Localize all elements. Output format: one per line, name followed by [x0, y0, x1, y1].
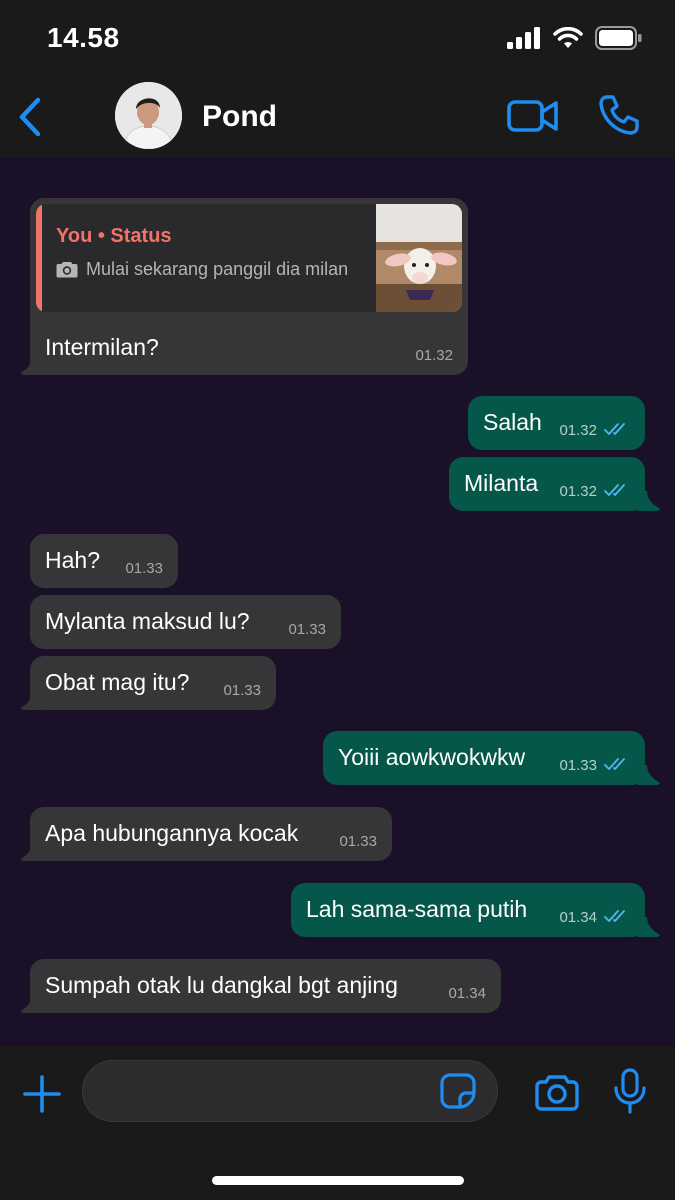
read-ticks-icon — [604, 910, 625, 922]
message-text: Salah — [483, 409, 542, 435]
message-bubble-incoming[interactable]: You • Status Mulai sekarang panggil dia … — [21, 198, 468, 375]
message-bubble-outgoing[interactable]: Lah sama-sama putih 01.34 — [291, 883, 660, 937]
contact-name[interactable]: Pond — [202, 100, 277, 134]
read-ticks-icon — [604, 484, 625, 496]
message-text: Mylanta maksud lu? — [45, 608, 250, 634]
message-time: 01.33 — [339, 833, 377, 850]
message-time: 01.33 — [559, 757, 597, 774]
chat-area: You • Status Mulai sekarang panggil dia … — [0, 158, 675, 1046]
bubble-tail — [637, 491, 660, 511]
message-text: Apa hubungannya kocak — [45, 820, 299, 846]
status-bar: 14.58 — [0, 0, 675, 78]
bubble-tail — [21, 993, 42, 1013]
status-time: 14.58 — [47, 22, 120, 53]
chat-header: Pond — [0, 78, 675, 158]
status-thumbnail — [376, 204, 462, 312]
message-text: Yoiii aowkwokwkw — [338, 744, 526, 770]
message-time: 01.34 — [448, 985, 486, 1002]
message-bubble-incoming[interactable]: Apa hubungannya kocak 01.33 — [21, 807, 392, 861]
camera-icon[interactable] — [535, 1072, 579, 1112]
reply-text: Mulai sekarang panggil dia milan — [56, 260, 348, 278]
message-bubble-incoming[interactable]: Sumpah otak lu dangkal bgt anjing 01.34 — [21, 959, 501, 1013]
bubble-tail — [637, 917, 660, 937]
plus-icon[interactable] — [22, 1074, 62, 1114]
message-time: 01.34 — [559, 909, 597, 926]
message-text: Hah? — [45, 547, 100, 573]
quoted-status-reply[interactable]: You • Status Mulai sekarang panggil dia … — [36, 204, 462, 312]
phone-icon[interactable] — [598, 94, 640, 136]
message-text: Obat mag itu? — [45, 669, 190, 695]
message-text: Sumpah otak lu dangkal bgt anjing — [45, 972, 398, 998]
message-input[interactable] — [82, 1060, 498, 1122]
sticker-icon[interactable] — [440, 1073, 476, 1109]
message-time: 01.33 — [288, 621, 326, 638]
video-camera-icon[interactable] — [507, 98, 559, 134]
camera-icon — [56, 262, 78, 278]
avatar[interactable] — [115, 82, 182, 149]
battery-icon — [595, 26, 642, 50]
message-text: Milanta — [464, 470, 539, 496]
composer-bar — [0, 1046, 675, 1200]
message-text: Intermilan? — [45, 334, 159, 360]
message-bubble-incoming[interactable]: Hah? 01.33 — [30, 534, 178, 588]
message-bubble-incoming[interactable]: Mylanta maksud lu? 01.33 — [30, 595, 341, 649]
home-indicator[interactable] — [212, 1176, 464, 1185]
message-time: 01.32 — [559, 422, 597, 439]
message-bubble-outgoing[interactable]: Milanta 01.32 — [449, 457, 660, 511]
message-bubble-incoming[interactable]: Obat mag itu? 01.33 — [21, 656, 276, 710]
reply-author: You • Status — [56, 225, 172, 247]
message-time: 01.32 — [559, 483, 597, 500]
bubble-tail — [21, 355, 42, 375]
reply-accent-bar — [36, 204, 42, 312]
bubble-tail — [21, 690, 42, 710]
wifi-icon — [553, 27, 583, 48]
message-time: 01.32 — [415, 347, 453, 364]
read-ticks-icon — [604, 423, 625, 435]
reply-caption: Mulai sekarang panggil dia milan — [86, 259, 349, 279]
message-time: 01.33 — [223, 682, 261, 699]
message-bubble-outgoing[interactable]: Salah 01.32 — [468, 396, 645, 450]
bubble-tail — [21, 841, 42, 861]
bubble-tail — [637, 765, 660, 785]
signal-icon — [507, 27, 540, 49]
status-icons — [507, 26, 643, 50]
message-bubble-outgoing[interactable]: Yoiii aowkwokwkw 01.33 — [323, 731, 660, 785]
message-time: 01.33 — [125, 560, 163, 577]
read-ticks-icon — [604, 758, 625, 770]
chevron-left-icon[interactable] — [16, 96, 46, 138]
message-text: Lah sama-sama putih — [306, 896, 528, 922]
microphone-icon[interactable] — [613, 1068, 647, 1114]
